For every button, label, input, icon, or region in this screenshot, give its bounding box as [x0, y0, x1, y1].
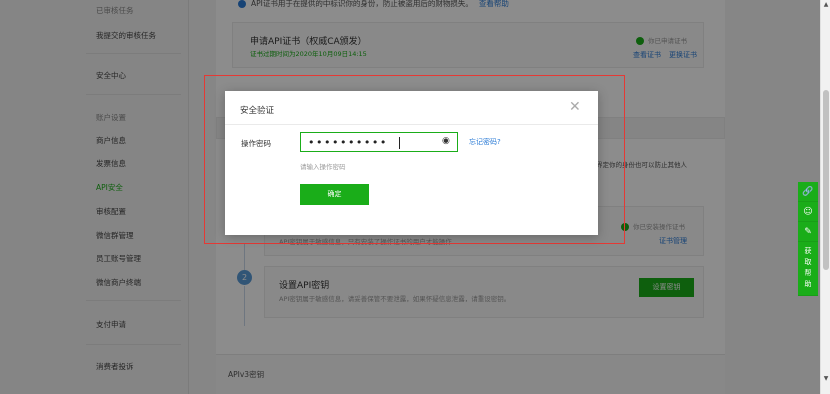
security-verify-modal: 安全验证 ✕ 操作密码 •••••••••• ◉ 忘记密码? 请输入操作密码 确… [225, 91, 598, 235]
text-caret [399, 137, 400, 149]
scroll-up-icon[interactable]: ▲ [821, 0, 830, 10]
password-hint: 请输入操作密码 [300, 163, 346, 171]
confirm-button[interactable]: 确定 [300, 184, 369, 205]
forgot-password-link[interactable]: 忘记密码? [469, 137, 501, 147]
password-mask: •••••••••• [308, 136, 388, 149]
scrollbar-thumb[interactable] [823, 90, 829, 270]
scrollbar[interactable]: ▲ ▼ [820, 0, 830, 394]
edit-icon[interactable]: ✎ [798, 222, 818, 242]
modal-title: 安全验证 [240, 106, 275, 116]
get-help-button[interactable]: 获取帮助 [798, 242, 818, 296]
link-icon[interactable]: 🔗 [798, 182, 818, 202]
scroll-down-icon[interactable]: ▼ [821, 374, 830, 384]
get-help-label: 获取帮助 [804, 247, 812, 288]
close-icon[interactable]: ✕ [569, 100, 581, 114]
person-icon[interactable]: ☺ [798, 202, 818, 222]
password-label: 操作密码 [241, 139, 271, 148]
eye-icon[interactable]: ◉ [442, 136, 450, 146]
operation-password-input[interactable]: •••••••••• ◉ [300, 132, 458, 152]
help-tabs: 🔗 ☺ ✎ 获取帮助 [798, 182, 818, 296]
modal-divider [225, 124, 598, 125]
